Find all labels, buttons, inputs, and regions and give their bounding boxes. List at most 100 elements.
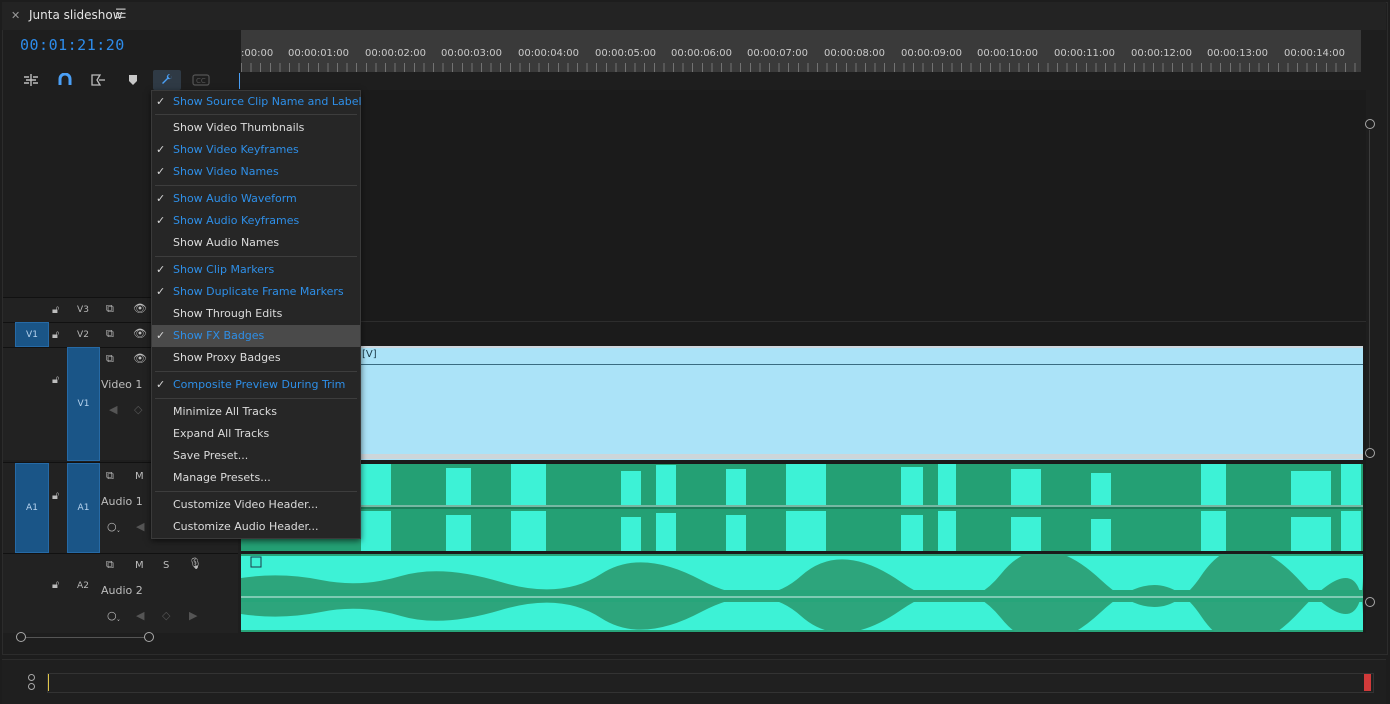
audio-scroll-handle[interactable]	[1365, 597, 1375, 607]
menu-separator	[155, 256, 357, 257]
vertical-scroll-handle-top[interactable]	[1365, 119, 1375, 129]
menu-item[interactable]: ✓ Show Source Clip Name and Label	[152, 91, 362, 113]
menu-item[interactable]: Minimize All Tracks	[152, 401, 360, 423]
close-tab-icon[interactable]: ✕	[11, 9, 20, 22]
sync-lock-icon[interactable]: ⧉	[106, 470, 114, 481]
snap-magnet-icon[interactable]	[55, 71, 75, 89]
menu-item[interactable]: Show Video Thumbnails	[152, 117, 360, 139]
playhead-timecode[interactable]: 00:01:21:20	[20, 36, 125, 54]
header-zoom-handle-right[interactable]	[144, 632, 154, 642]
menu-item[interactable]: ✓ Show Audio Waveform	[152, 188, 360, 210]
menu-item[interactable]: ✓ Composite Preview During Trim	[152, 374, 360, 396]
prev-keyframe-icon[interactable]: ◀	[136, 521, 144, 532]
track-label-v2[interactable]: V2	[73, 330, 93, 340]
sync-lock-icon[interactable]: ⧉	[106, 559, 114, 570]
menu-separator	[155, 371, 357, 372]
add-keyframe-icon[interactable]: ◇	[134, 404, 142, 415]
vertical-scroll-handle-bottom[interactable]	[1365, 448, 1375, 458]
insert-nest-icon[interactable]	[21, 71, 41, 89]
microphone-icon[interactable]: 🎙︎	[188, 558, 202, 569]
menu-item[interactable]: ✓ Show FX Badges	[152, 325, 360, 347]
menu-item[interactable]: Manage Presets...	[152, 467, 360, 489]
sync-lock-icon[interactable]: ⧉	[106, 353, 114, 364]
eye-icon[interactable]: 👁︎	[133, 303, 147, 314]
menu-item[interactable]: Show Proxy Badges	[152, 347, 360, 369]
sync-lock-icon[interactable]: ⧉	[106, 328, 114, 339]
lock-icon[interactable]: 🔓︎	[52, 374, 59, 385]
svg-text:CC: CC	[196, 77, 206, 85]
zoom-scroll-bar[interactable]	[47, 673, 1374, 693]
linked-selection-icon[interactable]	[88, 71, 108, 89]
zoom-handle-bottom[interactable]	[28, 683, 35, 690]
ruler-tick-label: :00:00	[241, 48, 274, 59]
add-keyframe-icon[interactable]: ◇	[162, 610, 170, 621]
eye-icon[interactable]: 👁︎	[133, 328, 147, 339]
mute-track-button[interactable]: M	[135, 471, 144, 482]
source-patch-a1[interactable]: A1	[15, 463, 49, 553]
playhead-indicator[interactable]	[239, 73, 240, 89]
menu-item-label: Expand All Tracks	[173, 427, 270, 440]
playhead-mini-marker	[48, 674, 49, 691]
lock-icon[interactable]: 🔓︎	[52, 329, 59, 340]
add-marker-icon[interactable]	[123, 71, 143, 89]
lock-icon[interactable]: 🔓︎	[52, 579, 59, 590]
menu-item[interactable]: Save Preset...	[152, 445, 360, 467]
menu-item[interactable]: ✓ Show Clip Markers	[152, 259, 360, 281]
solo-track-button[interactable]: S	[163, 560, 169, 571]
mute-track-button[interactable]: M	[135, 560, 144, 571]
menu-item[interactable]: ✓ Show Audio Keyframes	[152, 210, 360, 232]
checkmark-icon: ✓	[156, 95, 166, 108]
track-target-v1[interactable]: V1	[67, 347, 100, 461]
checkmark-icon: ✓	[156, 263, 166, 276]
volume-keyframe-icon[interactable]: ○˯	[107, 521, 120, 532]
next-keyframe-icon[interactable]: ▶	[189, 610, 197, 621]
source-patch-v1[interactable]: V1	[15, 322, 49, 347]
menu-item[interactable]: Show Audio Names	[152, 232, 360, 254]
lock-icon[interactable]: 🔓︎	[52, 490, 59, 501]
menu-item[interactable]: ✓ Show Duplicate Frame Markers	[152, 281, 360, 303]
clip-bottom-edge	[241, 454, 1363, 459]
sequence-tab-title[interactable]: Junta slideshow	[29, 8, 123, 22]
zoom-handle-top[interactable]	[28, 674, 35, 681]
ruler-tick-label: 00:00:09:00	[901, 48, 963, 59]
menu-item[interactable]: Customize Audio Header...	[152, 516, 360, 538]
time-ruler[interactable]: :00:00 00:00:01:00 00:00:02:00 00:00:03:00 0…	[241, 30, 1361, 72]
menu-item[interactable]: ✓ Show Video Names	[152, 161, 360, 183]
menu-separator	[155, 398, 357, 399]
menu-item-label: Save Preset...	[173, 449, 249, 462]
header-zoom-track[interactable]	[20, 637, 150, 638]
ruler-ticks	[241, 63, 1361, 72]
menu-item-label: Show FX Badges	[173, 329, 265, 342]
audio-clip-a2[interactable]	[241, 554, 1363, 632]
prev-keyframe-icon[interactable]: ◀	[136, 610, 144, 621]
track-target-a1[interactable]: A1	[67, 463, 100, 553]
track-label-a2[interactable]: A2	[73, 581, 93, 591]
menu-item-label: Show Audio Keyframes	[173, 214, 300, 227]
ruler-tick-label: 00:00:12:00	[1131, 48, 1193, 59]
checkmark-icon: ✓	[156, 143, 166, 156]
vertical-scrollbar-track[interactable]	[1369, 130, 1370, 448]
menu-item[interactable]: ✓ Show Video Keyframes	[152, 139, 360, 161]
menu-item-label: Customize Video Header...	[173, 498, 319, 511]
menu-item[interactable]: Customize Video Header...	[152, 494, 360, 516]
volume-keyframe-icon[interactable]: ○˯	[107, 610, 120, 621]
sync-lock-icon[interactable]: ⧉	[106, 303, 114, 314]
header-zoom-handle-left[interactable]	[16, 632, 26, 642]
menu-item-label: Show Audio Names	[173, 236, 280, 249]
audio-clip-a1[interactable]	[241, 463, 1363, 551]
checkmark-icon: ✓	[156, 165, 166, 178]
lock-icon[interactable]: 🔓︎	[52, 304, 59, 315]
checkmark-icon: ✓	[156, 214, 166, 227]
track-name-audio-2: Audio 2	[101, 584, 143, 597]
panel-menu-icon[interactable]: ☰	[115, 7, 127, 22]
track-label-v3[interactable]: V3	[73, 305, 93, 315]
eye-icon[interactable]: 👁︎	[133, 353, 147, 364]
menu-item[interactable]: Show Through Edits	[152, 303, 360, 325]
prev-keyframe-icon[interactable]: ◀	[109, 404, 117, 415]
menu-separator	[155, 185, 357, 186]
timeline-settings-wrench-icon[interactable]	[153, 70, 181, 90]
menu-item[interactable]: Expand All Tracks	[152, 423, 360, 445]
clip-label: [V]	[362, 349, 377, 360]
captions-icon[interactable]: CC	[191, 71, 211, 89]
clip-opacity-line[interactable]	[241, 364, 1363, 365]
